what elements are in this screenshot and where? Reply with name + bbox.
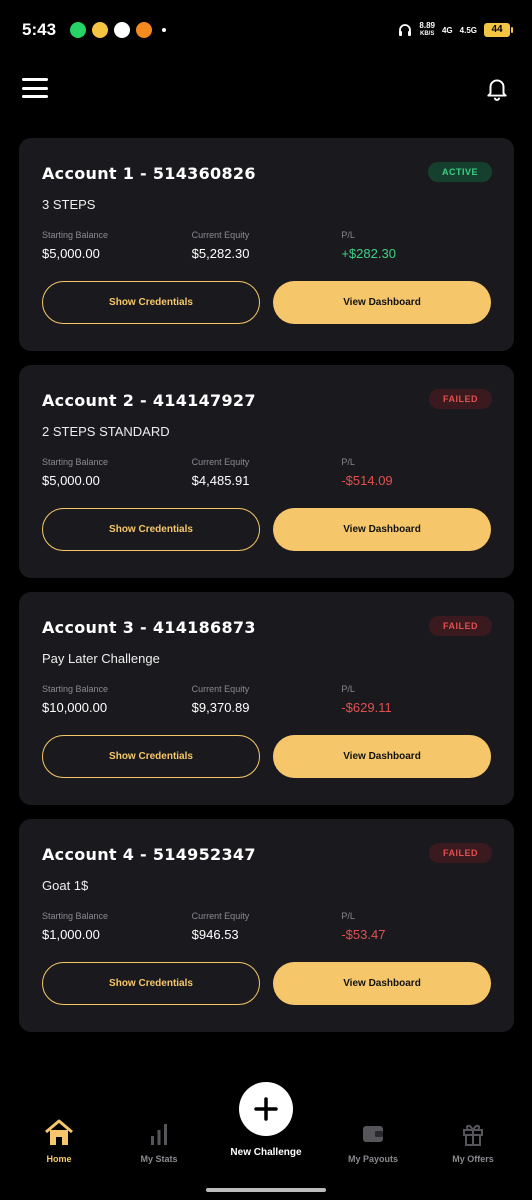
- wallet-icon: [363, 1126, 383, 1142]
- account-stats: Starting Balance $5,000.00 Current Equity…: [42, 230, 491, 261]
- account-stats: Starting Balance $5,000.00 Current Equity…: [42, 457, 491, 488]
- starting-balance-label: Starting Balance: [42, 684, 109, 694]
- pl-label: P/L: [341, 911, 355, 921]
- account-stats: Starting Balance $1,000.00 Current Equity…: [42, 911, 491, 942]
- current-equity-label: Current Equity: [191, 230, 250, 240]
- account-title: Account 3 - 414186873: [42, 618, 256, 637]
- gesture-bar[interactable]: [206, 1188, 326, 1192]
- status-badge: FAILED: [428, 843, 492, 863]
- headphones-icon: [399, 24, 412, 36]
- pl-label: P/L: [341, 684, 355, 694]
- show-credentials-button[interactable]: Show Credentials: [42, 508, 260, 551]
- account-title: Account 4 - 514952347: [42, 845, 256, 864]
- current-equity-value: $946.53: [191, 927, 239, 942]
- app-notification-icon-2: [136, 22, 153, 38]
- pl-label: P/L: [341, 230, 355, 240]
- account-plan: 2 STEPS STANDARD: [42, 424, 170, 439]
- current-equity-value: $4,485.91: [191, 473, 250, 488]
- current-equity-value: $9,370.89: [191, 700, 250, 715]
- starting-balance-value: $5,000.00: [42, 473, 100, 488]
- hamburger-menu-icon[interactable]: [22, 78, 48, 98]
- pl-value: -$629.11: [341, 700, 392, 715]
- show-credentials-button[interactable]: Show Credentials: [42, 735, 260, 778]
- starting-balance-label: Starting Balance: [42, 911, 109, 921]
- current-equity-label: Current Equity: [191, 457, 250, 467]
- gift-icon: [463, 1124, 483, 1146]
- current-equity-label: Current Equity: [191, 684, 250, 694]
- bar-chart-icon: [151, 1124, 167, 1145]
- network-speed: 8.89 KB/S: [419, 21, 435, 38]
- account-plan: Pay Later Challenge: [42, 651, 160, 666]
- view-dashboard-button[interactable]: View Dashboard: [273, 735, 491, 778]
- app-notification-icon: [92, 22, 109, 38]
- accounts-list: Account 1 - 514360826 ACTIVE 3 STEPS Sta…: [19, 138, 514, 1046]
- view-dashboard-button[interactable]: View Dashboard: [273, 962, 491, 1005]
- whatsapp-icon: [70, 22, 87, 38]
- new-challenge-label: New Challenge: [230, 1147, 302, 1158]
- bell-icon[interactable]: [484, 75, 510, 101]
- bottom-navigation: Home My Stats New Challenge My Payouts M…: [0, 1082, 532, 1200]
- view-dashboard-button[interactable]: View Dashboard: [273, 281, 491, 324]
- pl-label: P/L: [341, 457, 355, 467]
- status-badge: FAILED: [428, 616, 492, 636]
- more-notifications-dot: [162, 28, 167, 32]
- nav-home[interactable]: Home: [19, 1118, 99, 1164]
- pl-value: -$514.09: [341, 473, 393, 488]
- account-card: Account 3 - 414186873 FAILED Pay Later C…: [19, 592, 514, 805]
- nav-payouts[interactable]: My Payouts: [333, 1118, 413, 1164]
- pl-value: +$282.30: [341, 246, 396, 261]
- starting-balance-label: Starting Balance: [42, 230, 109, 240]
- nav-home-label: Home: [46, 1154, 72, 1164]
- nav-stats-label: My Stats: [140, 1154, 178, 1164]
- pl-value: -$53.47: [341, 927, 386, 942]
- battery-icon: 44: [484, 23, 513, 37]
- status-time: 5:43: [22, 20, 57, 39]
- account-stats: Starting Balance $10,000.00 Current Equit…: [42, 684, 491, 715]
- starting-balance-value: $10,000.00: [42, 700, 108, 715]
- nav-offers[interactable]: My Offers: [433, 1118, 513, 1164]
- app-header: [0, 66, 532, 110]
- signal-45g: 4.5G: [459, 25, 477, 35]
- new-challenge-button[interactable]: [239, 1082, 293, 1136]
- starting-balance-value: $5,000.00: [42, 246, 100, 261]
- nav-offers-label: My Offers: [452, 1154, 494, 1164]
- account-card: Account 1 - 514360826 ACTIVE 3 STEPS Sta…: [19, 138, 514, 351]
- account-plan: 3 STEPS: [42, 197, 96, 212]
- show-credentials-button[interactable]: Show Credentials: [42, 281, 260, 324]
- starting-balance-label: Starting Balance: [42, 457, 109, 467]
- show-credentials-button[interactable]: Show Credentials: [42, 962, 260, 1005]
- signal-4g: 4G: [441, 25, 453, 35]
- starting-balance-value: $1,000.00: [42, 927, 100, 942]
- status-bar: 5:43 8.89 KB/S 4G 4.5G 44: [0, 0, 532, 46]
- nav-stats[interactable]: My Stats: [119, 1118, 199, 1164]
- account-card: Account 4 - 514952347 FAILED Goat 1$ Sta…: [19, 819, 514, 1032]
- account-title: Account 2 - 414147927: [42, 391, 256, 410]
- account-card: Account 2 - 414147927 FAILED 2 STEPS STA…: [19, 365, 514, 578]
- current-equity-label: Current Equity: [191, 911, 250, 921]
- status-badge: ACTIVE: [427, 162, 492, 182]
- current-equity-value: $5,282.30: [191, 246, 250, 261]
- status-badge: FAILED: [428, 389, 492, 409]
- view-dashboard-button[interactable]: View Dashboard: [273, 508, 491, 551]
- home-icon: [45, 1119, 73, 1145]
- account-title: Account 1 - 514360826: [42, 164, 256, 183]
- gmail-icon: [114, 22, 131, 38]
- plus-icon: [254, 1097, 278, 1121]
- account-plan: Goat 1$: [42, 878, 89, 893]
- nav-payouts-label: My Payouts: [347, 1154, 398, 1164]
